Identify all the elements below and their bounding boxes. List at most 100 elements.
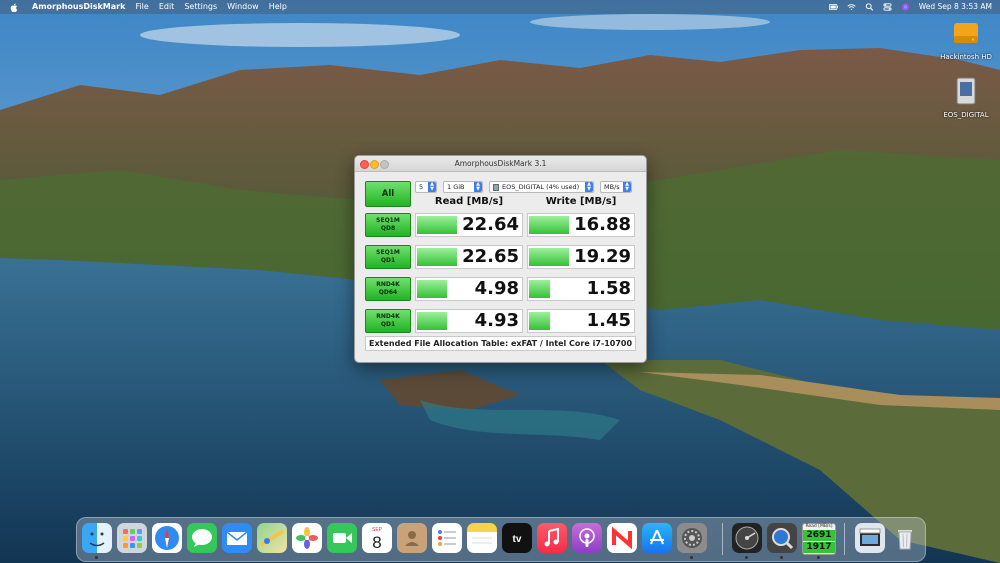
dock-news-icon[interactable] [607,523,637,553]
zoom-button[interactable] [380,160,389,169]
test-button-rnd4k-qd64[interactable]: RND4K QD64 [365,277,411,301]
minimize-button[interactable] [370,160,379,169]
dock-mail-icon[interactable] [222,523,252,553]
dock-disk-utility-icon[interactable] [732,523,762,553]
run-all-button[interactable]: All [365,181,411,207]
menu-clock[interactable]: Wed Sep 8 3:53 AM [919,0,992,14]
test-count-value: 5 [419,183,424,191]
desktop-icon-label: EOS_DIGITAL [943,111,989,119]
calendar-day-label: 8 [372,533,381,552]
read-value: 22.64 [462,214,519,235]
dock-notes-icon[interactable] [467,523,497,553]
read-value: 4.98 [474,278,519,299]
dock-facetime-icon[interactable] [327,523,357,553]
dock-tv-icon[interactable]: tv [502,523,532,553]
write-value: 1.45 [586,310,631,331]
test-button-seq1m-qd8[interactable]: SEQ1M QD8 [365,213,411,237]
running-indicator [690,556,693,559]
monitor-read-value: 2691 [803,530,835,541]
dock-maps-icon[interactable] [257,523,287,553]
window-title: AmorphousDiskMark 3.1 [454,159,547,168]
target-drive-select[interactable]: EOS_DIGITAL (4% used) ▲ ▼ [489,181,594,193]
write-bar [529,280,551,298]
menu-help[interactable]: Help [269,0,287,14]
siri-icon[interactable] [901,3,910,11]
menu-bar: AmorphousDiskMark File Edit Settings Win… [0,0,1000,14]
wifi-icon[interactable] [847,3,856,11]
filesystem-info-field[interactable]: Extended File Allocation Table: exFAT / … [365,336,636,351]
read-result-rnd4k-qd64: 4.98 [415,277,523,301]
dock-finder-icon[interactable] [82,523,112,553]
read-header: Read [MB/s] [434,196,504,207]
unit-value: MB/s [604,183,620,191]
dock-music-icon[interactable] [537,523,567,553]
dock-downloads-icon[interactable] [855,523,885,553]
search-icon[interactable] [865,3,874,11]
test-size-value: 1 GiB [447,183,465,191]
menu-settings[interactable]: Settings [184,0,217,14]
dock-safari-icon[interactable] [152,523,182,553]
chevron-updown-icon: ▲ ▼ [428,182,436,192]
menu-window[interactable]: Window [227,0,259,14]
write-result-seq1m-qd8: 16.88 [527,213,635,237]
chevron-updown-icon: ▲ ▼ [585,182,593,192]
read-bar [417,216,458,234]
write-value: 19.29 [574,246,631,267]
test-size-select[interactable]: 1 GiB ▲ ▼ [443,181,483,193]
running-indicator [745,556,748,559]
test-button-rnd4k-qd1[interactable]: RND4K QD1 [365,309,411,333]
dock-trash-icon[interactable] [890,523,920,553]
read-result-rnd4k-qd1: 4.93 [415,309,523,333]
menu-file[interactable]: File [135,0,148,14]
write-result-seq1m-qd1: 19.29 [527,245,635,269]
write-result-rnd4k-qd64: 1.58 [527,277,635,301]
test-button-seq1m-qd1[interactable]: SEQ1M QD1 [365,245,411,269]
dock-launchpad-icon[interactable] [117,523,147,553]
read-value: 4.93 [474,310,519,331]
close-button[interactable] [360,160,369,169]
desktop-icon-hackintosh-hd[interactable]: Hackintosh HD [936,18,996,61]
desktop-icon-eos-digital[interactable]: EOS_DIGITAL [936,76,996,119]
dock-quick-look-icon[interactable] [767,523,797,553]
disk-icon [493,183,499,191]
dock-calendar-icon[interactable]: SEP 8 [362,523,392,553]
menu-edit[interactable]: Edit [159,0,175,14]
battery-icon[interactable] [828,3,838,11]
desktop-icon-label: Hackintosh HD [940,53,992,61]
dock-messages-icon[interactable] [187,523,217,553]
dock-contacts-icon[interactable] [397,523,427,553]
dock-amorphousdiskmark-monitor[interactable]: Read [MB/s] 2691 1917 [802,523,836,555]
dock-separator [844,523,845,555]
target-drive-value: EOS_DIGITAL (4% used) [502,183,580,191]
read-bar [417,280,447,298]
dock: SEP 8 tv Read [MB/s] 2691 1917 [76,517,926,562]
running-indicator [780,556,783,559]
hard-drive-icon [954,23,978,43]
menu-app-name[interactable]: AmorphousDiskMark [32,0,125,14]
sd-card-icon [956,77,976,105]
monitor-write-value: 1917 [803,542,835,553]
dock-reminders-icon[interactable] [432,523,462,553]
benchmark-controls: 5 ▲ ▼ 1 GiB ▲ ▼ EOS_DIGITAL (4% used) ▲ ▼ M… [415,181,632,193]
read-bar [417,248,458,266]
write-bar [529,312,551,330]
dock-podcasts-icon[interactable] [572,523,602,553]
dock-separator [722,523,723,555]
dock-photos-icon[interactable] [292,523,322,553]
running-indicator [817,556,820,559]
amorphousdiskmark-window: AmorphousDiskMark 3.1 All 5 ▲ ▼ 1 GiB ▲ ▼ … [354,155,647,363]
running-indicator [95,556,98,559]
dock-system-preferences-icon[interactable] [677,523,707,553]
apple-icon[interactable] [10,3,18,12]
write-header: Write [MB/s] [545,196,617,207]
write-value: 16.88 [574,214,631,235]
window-titlebar[interactable]: AmorphousDiskMark 3.1 [355,156,646,172]
control-center-icon[interactable] [883,3,892,11]
dock-app-store-icon[interactable] [642,523,672,553]
tv-label: tv [513,534,522,545]
write-result-rnd4k-qd1: 1.45 [527,309,635,333]
unit-select[interactable]: MB/s ▲ ▼ [600,181,632,193]
test-count-select[interactable]: 5 ▲ ▼ [415,181,437,193]
read-value: 22.65 [462,246,519,267]
read-bar [417,312,447,330]
